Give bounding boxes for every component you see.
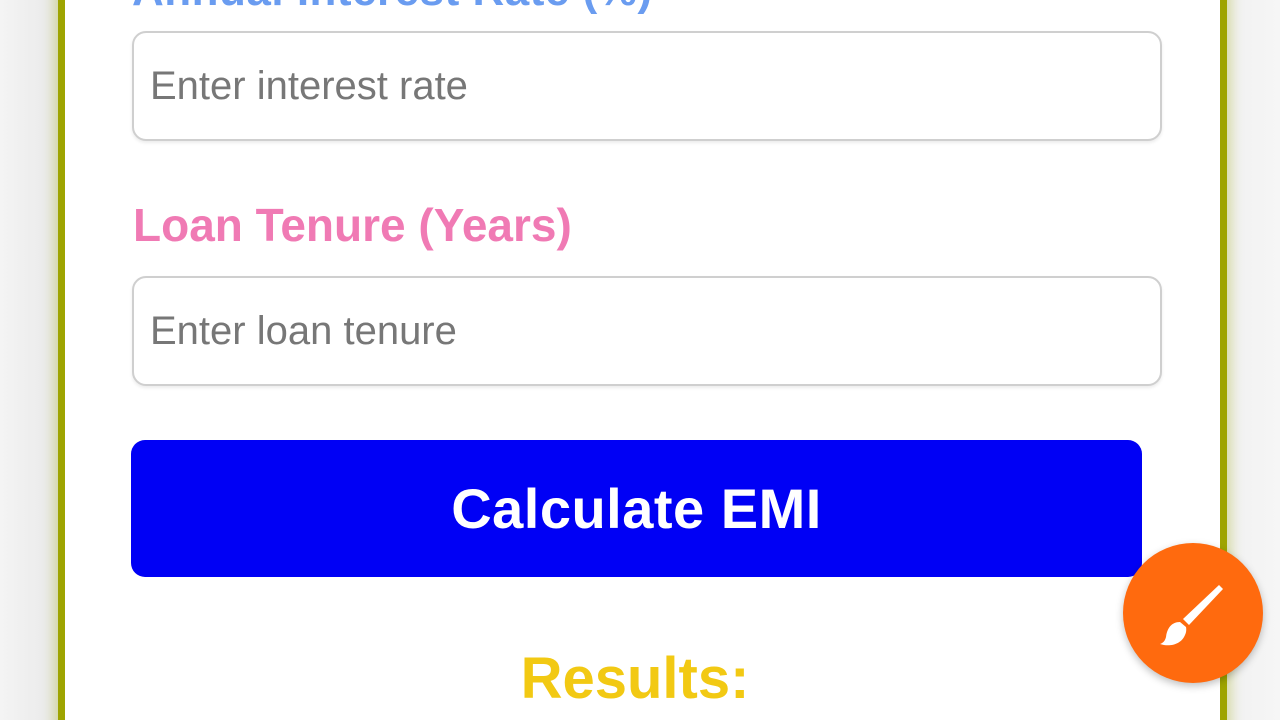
loan-tenure-input[interactable] <box>132 276 1162 386</box>
screen: Annual Interest Rate (%) Loan Tenure (Ye… <box>0 0 1280 720</box>
loan-tenure-label: Loan Tenure (Years) <box>133 199 572 251</box>
paintbrush-icon <box>1160 585 1223 646</box>
results-title: Results: <box>520 646 750 711</box>
calculate-emi-button[interactable]: Calculate EMI <box>131 440 1142 577</box>
interest-rate-label: Annual Interest Rate (%) <box>132 0 653 16</box>
paintbrush-fab-button[interactable] <box>1123 543 1263 683</box>
interest-rate-input[interactable] <box>132 31 1162 141</box>
